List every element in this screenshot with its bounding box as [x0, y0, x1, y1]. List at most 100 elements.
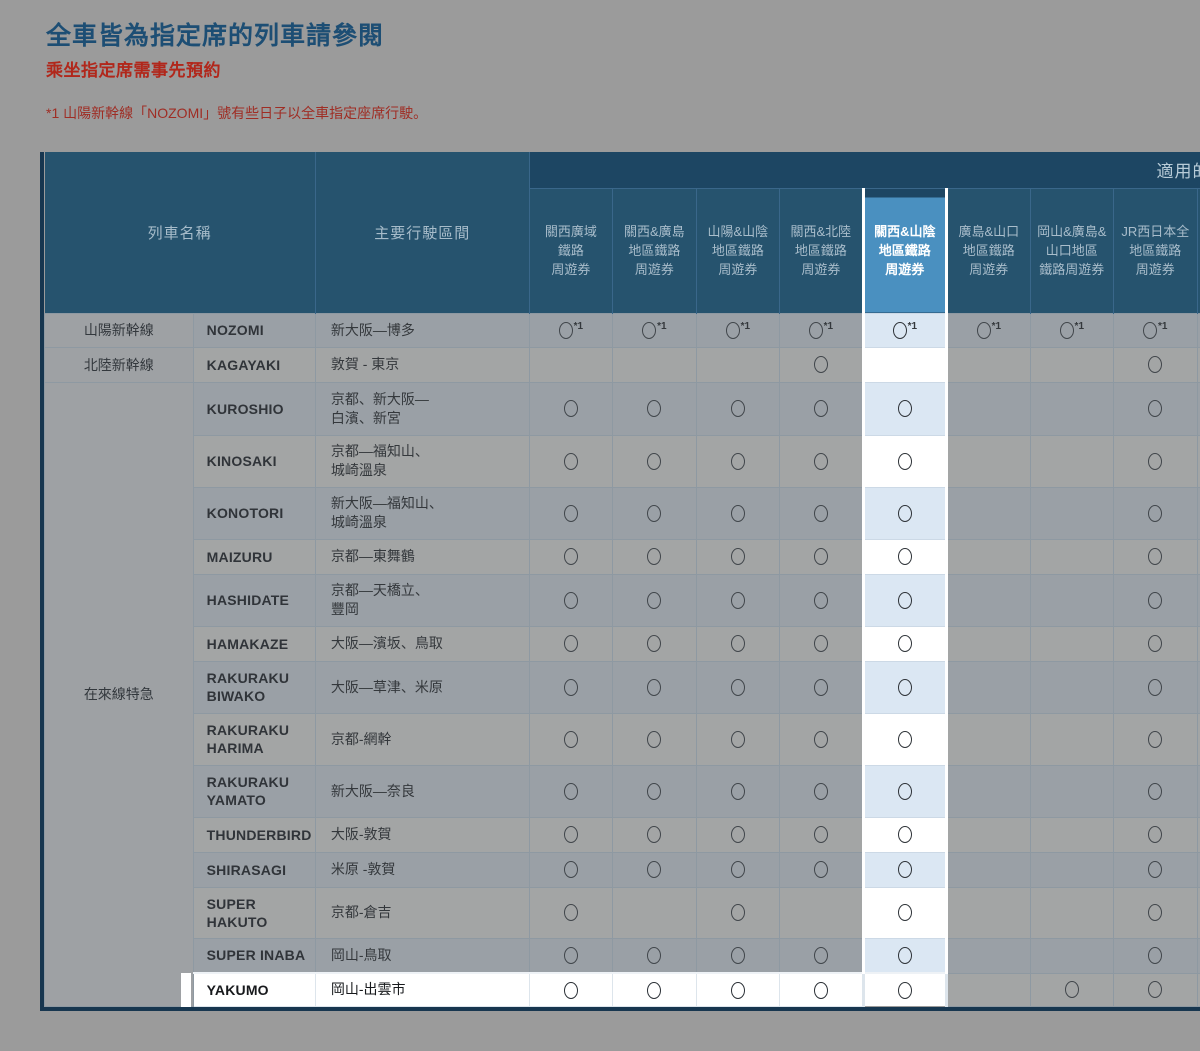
pass-cell	[780, 713, 863, 765]
pass-cell	[863, 382, 946, 435]
available-circle-icon	[564, 982, 578, 999]
passes-band-header: 適用的鐵路周遊券	[529, 152, 1200, 188]
pass-cell	[1030, 765, 1113, 817]
note-ref-mark: *1	[741, 321, 750, 332]
available-circle-icon	[898, 904, 912, 921]
available-circle-icon	[564, 731, 578, 748]
route-cell: 米原 -敦賀	[315, 852, 529, 887]
pass-cell	[529, 973, 612, 1006]
available-circle-icon	[814, 635, 828, 652]
available-circle-icon	[564, 548, 578, 565]
train-name-cell: KUROSHIO	[193, 382, 315, 435]
pass-cell	[613, 347, 696, 382]
available-circle-icon	[814, 592, 828, 609]
available-circle-icon	[647, 861, 661, 878]
available-circle-icon	[564, 826, 578, 843]
available-circle-icon	[1148, 635, 1162, 652]
pass-cell	[529, 852, 612, 887]
available-circle-icon	[814, 356, 828, 373]
available-circle-icon	[1148, 453, 1162, 470]
pass-column-header-active[interactable]: 關西&山陰地區鐵路周遊券	[863, 188, 946, 313]
pass-cell	[529, 347, 612, 382]
pass-cell	[1030, 973, 1113, 1006]
pass-cell	[947, 487, 1030, 539]
pass-cell	[613, 817, 696, 852]
rail-pass-table-wrapper: 列車名稱 主要行駛區間 適用的鐵路周遊券 關西廣域鐵路周遊券關西&廣島地區鐵路周…	[40, 152, 1200, 1011]
pass-cell	[1030, 539, 1113, 574]
pass-column-header[interactable]: 岡山&廣島&山口地區鐵路周遊券	[1030, 188, 1113, 313]
pass-column-header[interactable]: 廣島&山口地區鐵路周遊券	[947, 188, 1030, 313]
available-circle-icon	[731, 861, 745, 878]
pass-cell	[947, 435, 1030, 487]
pass-cell	[780, 574, 863, 626]
available-circle-icon	[1148, 679, 1162, 696]
pass-cell	[947, 382, 1030, 435]
footnote-text: *1 山陽新幹線「NOZOMI」號有些日子以全車指定座席行駛。	[46, 103, 427, 123]
pass-cell	[1114, 487, 1197, 539]
route-cell: 岡山-出雲市	[315, 973, 529, 1006]
pass-cell	[1114, 817, 1197, 852]
pass-cell	[863, 539, 946, 574]
train-name-cell: HASHIDATE	[193, 574, 315, 626]
pass-cell	[1030, 817, 1113, 852]
available-circle-icon	[1065, 981, 1079, 998]
pass-cell	[1114, 626, 1197, 661]
pass-cell	[863, 938, 946, 973]
available-circle-icon	[731, 731, 745, 748]
available-circle-icon	[647, 783, 661, 800]
pass-cell	[863, 765, 946, 817]
pass-cell	[780, 973, 863, 1006]
pass-cell	[780, 626, 863, 661]
pass-cell	[696, 887, 779, 938]
available-circle-icon	[731, 982, 745, 999]
pass-cell	[947, 661, 1030, 713]
pass-cell	[947, 852, 1030, 887]
pass-cell	[947, 887, 1030, 938]
pass-cell	[529, 817, 612, 852]
pass-column-header[interactable]: JR西日本全地區鐵路周遊券	[1114, 188, 1197, 313]
available-circle-icon	[898, 947, 912, 964]
pass-cell	[1030, 713, 1113, 765]
pass-cell	[863, 347, 946, 382]
pass-column-header[interactable]: 山陽&山陰地區鐵路周遊券	[696, 188, 779, 313]
table-row: RAKURAKUBIWAKO大阪—草津、米原	[45, 661, 1200, 713]
note-ref-mark: *1	[992, 321, 1001, 332]
pass-cell	[529, 938, 612, 973]
train-name-cell: SUPERHAKUTO	[193, 887, 315, 938]
pass-cell: *1	[696, 313, 779, 347]
available-circle-icon	[731, 904, 745, 921]
pass-cell	[696, 852, 779, 887]
pass-column-header[interactable]: 關西廣域鐵路周遊券	[529, 188, 612, 313]
header-band-row: 列車名稱 主要行駛區間 適用的鐵路周遊券	[45, 152, 1200, 188]
available-circle-icon	[647, 826, 661, 843]
pass-cell	[529, 661, 612, 713]
available-circle-icon	[1148, 947, 1162, 964]
pass-cell	[529, 539, 612, 574]
pass-cell	[613, 382, 696, 435]
available-circle-icon	[564, 635, 578, 652]
row-highlight-glow	[181, 973, 191, 1007]
available-circle-icon	[814, 505, 828, 522]
pass-cell	[1030, 347, 1113, 382]
available-circle-icon	[1148, 826, 1162, 843]
pass-cell	[1030, 487, 1113, 539]
pass-column-header[interactable]: 關西&北陸地區鐵路周遊券	[780, 188, 863, 313]
route-cell: 岡山-鳥取	[315, 938, 529, 973]
pass-cell	[947, 973, 1030, 1006]
pass-cell	[947, 713, 1030, 765]
pass-cell	[780, 887, 863, 938]
table-row: MAIZURU京都—東舞鶴	[45, 539, 1200, 574]
table-row: SUPER INABA岡山-鳥取	[45, 938, 1200, 973]
table-row: SHIRASAGI米原 -敦賀	[45, 852, 1200, 887]
pass-column-header[interactable]: 關西&廣島地區鐵路周遊券	[613, 188, 696, 313]
available-circle-icon	[647, 548, 661, 565]
available-circle-icon	[647, 635, 661, 652]
available-circle-icon	[647, 982, 661, 999]
pass-cell	[863, 817, 946, 852]
note-ref-mark: *1	[574, 321, 583, 332]
available-circle-icon	[647, 453, 661, 470]
available-circle-icon	[642, 322, 656, 339]
available-circle-icon	[731, 783, 745, 800]
available-circle-icon	[726, 322, 740, 339]
pass-cell	[947, 347, 1030, 382]
